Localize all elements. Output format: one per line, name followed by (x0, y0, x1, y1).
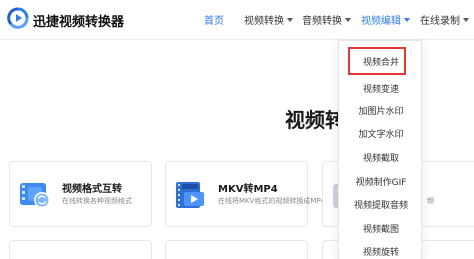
card-description: 频 (427, 197, 434, 205)
menu-item-video-screenshot[interactable]: 视频截图 (339, 217, 423, 239)
card-description: 在线转换各种视频格式 (62, 197, 132, 205)
nav-home[interactable]: 首页 (204, 12, 224, 27)
menu-item-text-watermark[interactable]: 加文字水印 (339, 122, 423, 144)
app-logo-icon[interactable] (7, 7, 29, 29)
nav-online-record-label: 在线录制 (420, 16, 460, 27)
top-header: 迅捷视频转换器 首页 视频转换 音频转换 视频编辑 在线录制 (0, 0, 474, 40)
card-row2-2[interactable] (165, 240, 308, 259)
menu-item-video-cut[interactable]: 视频截取 (339, 146, 423, 168)
chevron-down-icon (404, 17, 410, 22)
section-title: 视频转 (285, 108, 345, 132)
card-video-format-convert[interactable]: 视频格式互转 在线转换各种视频格式 (9, 161, 152, 227)
mkv-mp4-icon (176, 182, 204, 208)
chevron-down-icon (287, 17, 293, 22)
nav-video-convert[interactable]: 视频转换 (244, 12, 293, 27)
nav-video-edit-label: 视频编辑 (361, 16, 401, 27)
menu-item-video-merge[interactable]: 视频合并 (339, 50, 423, 72)
nav-video-edit[interactable]: 视频编辑 (361, 12, 410, 27)
chevron-down-icon (463, 17, 469, 22)
brand-name[interactable]: 迅捷视频转换器 (33, 11, 124, 30)
nav-home-label: 首页 (204, 16, 224, 27)
nav-audio-convert-label: 音频转换 (302, 16, 342, 27)
menu-item-extract-audio[interactable]: 视频提取音频 (339, 193, 423, 215)
nav-audio-convert[interactable]: 音频转换 (302, 12, 351, 27)
chevron-down-icon (345, 17, 351, 22)
menu-item-video-to-gif[interactable]: 视频制作GIF (339, 170, 423, 192)
card-description: 在线将MKV格式的视频转换成MP4 (218, 197, 326, 205)
card-title: 视频格式互转 (62, 184, 122, 195)
nav-video-convert-label: 视频转换 (244, 16, 284, 27)
film-convert-icon (20, 183, 50, 208)
menu-item-image-watermark[interactable]: 加图片水印 (339, 99, 423, 121)
menu-item-video-rotate[interactable]: 视频旋转 (339, 240, 423, 259)
page: 迅捷视频转换器 首页 视频转换 音频转换 视频编辑 在线录制 视频转 视频格式互… (0, 0, 474, 259)
menu-item-video-speed[interactable]: 视频变速 (339, 77, 423, 99)
video-edit-dropdown: 视频合并 视频变速 加图片水印 加文字水印 视频截取 视频制作GIF 视频提取音… (338, 40, 422, 259)
card-title: MKV转MP4 (218, 184, 278, 195)
card-row2-1[interactable] (9, 240, 152, 259)
card-mkv-to-mp4[interactable]: MKV转MP4 在线将MKV格式的视频转换成MP4 (165, 161, 325, 227)
nav-online-record[interactable]: 在线录制 (420, 12, 469, 27)
